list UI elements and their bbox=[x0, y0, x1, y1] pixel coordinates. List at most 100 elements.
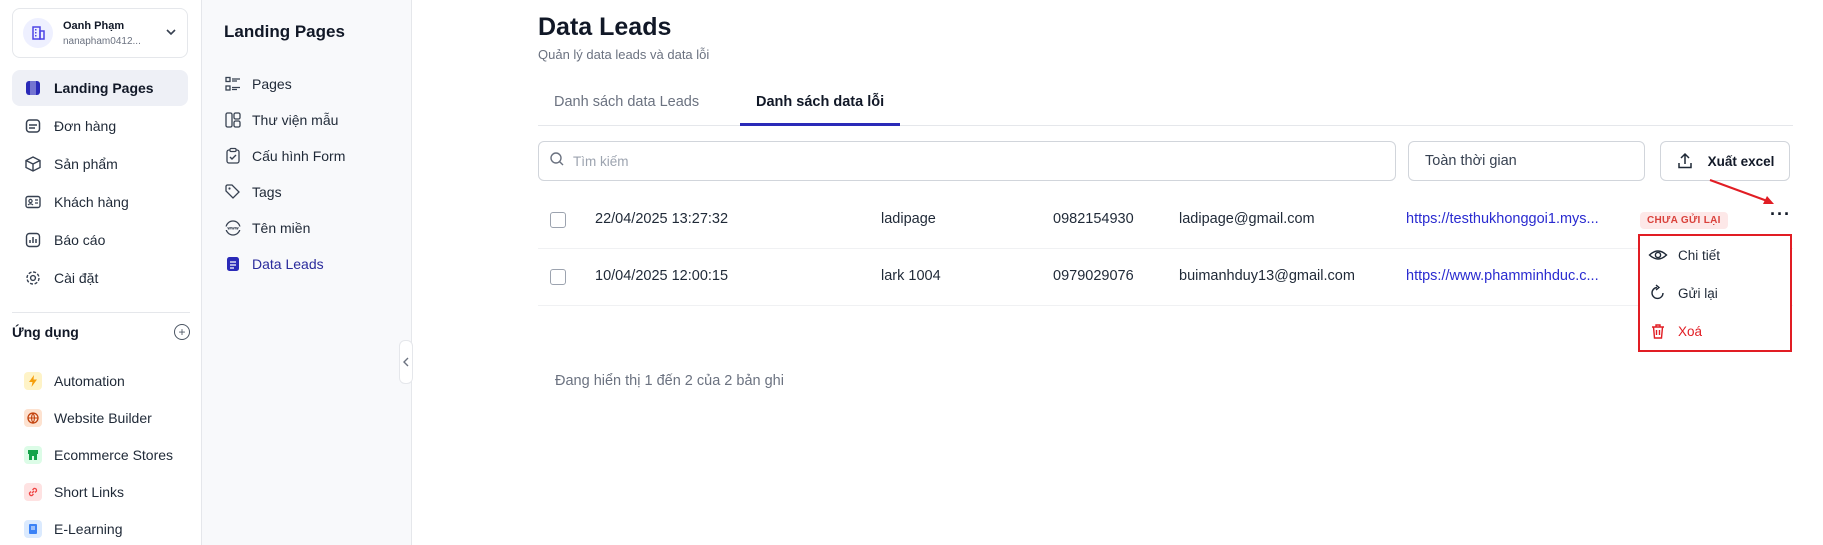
gear-icon bbox=[24, 269, 42, 287]
bolt-icon bbox=[24, 371, 42, 390]
search-icon bbox=[549, 151, 565, 172]
svg-text:www: www bbox=[227, 226, 239, 231]
subnav-item-template-library[interactable]: Thư viện mẫu bbox=[224, 102, 404, 138]
app-label: Short Links bbox=[54, 483, 125, 500]
eye-icon bbox=[1648, 245, 1668, 265]
www-icon: www bbox=[224, 219, 242, 237]
document-icon bbox=[224, 255, 242, 273]
row-checkbox[interactable] bbox=[550, 212, 566, 228]
app-label: Ecommerce Stores bbox=[54, 446, 174, 463]
export-label: Xuất excel bbox=[1707, 153, 1775, 169]
subnav-label: Data Leads bbox=[252, 256, 324, 272]
tags-icon bbox=[224, 183, 242, 201]
filter-bar: Tìm kiếm Toàn thời gian Xuất excel bbox=[538, 141, 1793, 181]
nav-item-reports[interactable]: Báo cáo bbox=[12, 222, 188, 258]
landing-pages-icon bbox=[24, 79, 42, 97]
account-switcher[interactable]: Oanh Phạm nanapham0412... bbox=[12, 8, 188, 58]
app-item-automation[interactable]: Automation bbox=[24, 362, 194, 399]
export-excel-button[interactable]: Xuất excel bbox=[1660, 141, 1790, 181]
add-app-icon[interactable]: + bbox=[174, 324, 190, 340]
menu-item-delete[interactable]: Xoá bbox=[1640, 312, 1790, 350]
nav-label: Khách hàng bbox=[54, 194, 129, 210]
cell-date: 22/04/2025 13:27:32 bbox=[595, 211, 729, 227]
report-icon bbox=[24, 231, 42, 249]
chevron-down-icon bbox=[165, 25, 177, 41]
subnav-label: Tên miền bbox=[252, 220, 311, 236]
menu-label: Chi tiết bbox=[1678, 247, 1721, 263]
subnav-label: Cấu hình Form bbox=[252, 148, 346, 164]
cell-source: lark 1004 bbox=[881, 268, 941, 284]
subnav-item-pages[interactable]: Pages bbox=[224, 66, 404, 102]
row-context-menu: Chi tiết Gửi lại Xoá bbox=[1638, 234, 1792, 352]
app-label: Automation bbox=[54, 372, 125, 389]
cell-url-link[interactable]: https://testhukhonggoi1.mys... bbox=[1406, 211, 1599, 227]
row-checkbox[interactable] bbox=[550, 269, 566, 285]
trash-icon bbox=[1648, 321, 1668, 341]
box-icon bbox=[24, 155, 42, 173]
tab-data-errors[interactable]: Danh sách data lỗi bbox=[740, 86, 901, 126]
contact-card-icon bbox=[24, 193, 42, 211]
search-input[interactable]: Tìm kiếm bbox=[538, 141, 1396, 181]
subnav-item-tags[interactable]: Tags bbox=[224, 174, 404, 210]
subnav-title: Landing Pages bbox=[224, 22, 345, 41]
main-nav: Landing Pages Đơn hàng Sản phẩm Khách hà… bbox=[12, 70, 188, 298]
app-label: E-Learning bbox=[54, 520, 123, 537]
time-filter-select[interactable]: Toàn thời gian bbox=[1408, 141, 1645, 181]
cell-email: buimanhduy13@gmail.com bbox=[1179, 268, 1355, 284]
app-item-e-learning[interactable]: E-Learning bbox=[24, 510, 194, 545]
app-item-ecommerce-stores[interactable]: Ecommerce Stores bbox=[24, 436, 194, 473]
status-badge: CHƯA GỬI LẠI bbox=[1640, 212, 1728, 229]
subnav-item-domains[interactable]: www Tên miền bbox=[224, 210, 404, 246]
account-email: nanapham0412... bbox=[63, 35, 141, 47]
app-item-short-links[interactable]: Short Links bbox=[24, 473, 194, 510]
nav-item-customers[interactable]: Khách hàng bbox=[12, 184, 188, 220]
cell-phone: 0979029076 bbox=[1053, 268, 1134, 284]
menu-label: Gửi lại bbox=[1678, 285, 1718, 301]
refresh-icon bbox=[1648, 283, 1668, 303]
nav-label: Cài đặt bbox=[54, 270, 99, 286]
menu-label: Xoá bbox=[1678, 323, 1703, 339]
nav-label: Báo cáo bbox=[54, 232, 106, 248]
data-table: 22/04/2025 13:27:32 ladipage 0982154930 … bbox=[538, 192, 1793, 306]
nav-item-orders[interactable]: Đơn hàng bbox=[12, 108, 188, 144]
tab-data-leads[interactable]: Danh sách data Leads bbox=[538, 86, 715, 126]
page-title: Data Leads bbox=[538, 13, 672, 41]
template-icon bbox=[224, 111, 242, 129]
nav-label: Sản phẩm bbox=[54, 156, 118, 172]
globe-icon bbox=[24, 408, 42, 427]
apps-list: Automation Website Builder Ecommerce Sto… bbox=[24, 362, 194, 545]
table-row: 10/04/2025 12:00:15 lark 1004 0979029076… bbox=[538, 249, 1793, 306]
building-icon bbox=[23, 18, 53, 48]
cell-url-link[interactable]: https://www.phamminhduc.c... bbox=[1406, 268, 1599, 284]
subnav-label: Tags bbox=[252, 184, 282, 200]
landing-pages-subnav: Landing Pages Pages Thư viện mẫu Cấu hìn… bbox=[202, 0, 413, 545]
menu-item-details[interactable]: Chi tiết bbox=[1640, 236, 1790, 274]
subnav-item-data-leads[interactable]: Data Leads bbox=[224, 246, 404, 282]
nav-item-settings[interactable]: Cài đặt bbox=[12, 260, 188, 296]
nav-item-products[interactable]: Sản phẩm bbox=[12, 146, 188, 182]
annotation-arrow bbox=[1709, 179, 1774, 204]
pagination-info: Đang hiển thị 1 đến 2 của 2 bản ghi bbox=[555, 373, 784, 389]
clipboard-check-icon bbox=[224, 147, 242, 165]
subnav-list: Pages Thư viện mẫu Cấu hình Form Tags ww… bbox=[224, 66, 404, 282]
orders-icon bbox=[24, 117, 42, 135]
apps-header: Ứng dụng + bbox=[12, 324, 190, 340]
cell-phone: 0982154930 bbox=[1053, 211, 1134, 227]
menu-item-resend[interactable]: Gửi lại bbox=[1640, 274, 1790, 312]
main-content: Data Leads Quản lý data leads và data lỗ… bbox=[538, 0, 1793, 545]
cell-date: 10/04/2025 12:00:15 bbox=[595, 268, 729, 284]
chevron-left-icon bbox=[403, 357, 409, 367]
nav-label: Landing Pages bbox=[54, 80, 154, 96]
nav-item-landing-pages[interactable]: Landing Pages bbox=[12, 70, 188, 106]
store-icon bbox=[24, 445, 42, 464]
link-icon bbox=[24, 482, 42, 501]
book-icon bbox=[24, 519, 42, 538]
upload-icon bbox=[1676, 152, 1694, 170]
subnav-label: Thư viện mẫu bbox=[252, 112, 339, 128]
app-item-website-builder[interactable]: Website Builder bbox=[24, 399, 194, 436]
collapse-sidebar-button[interactable] bbox=[399, 340, 413, 384]
subnav-label: Pages bbox=[252, 76, 292, 92]
search-placeholder: Tìm kiếm bbox=[573, 153, 629, 169]
account-name: Oanh Phạm bbox=[63, 19, 125, 32]
subnav-item-form-config[interactable]: Cấu hình Form bbox=[224, 138, 404, 174]
